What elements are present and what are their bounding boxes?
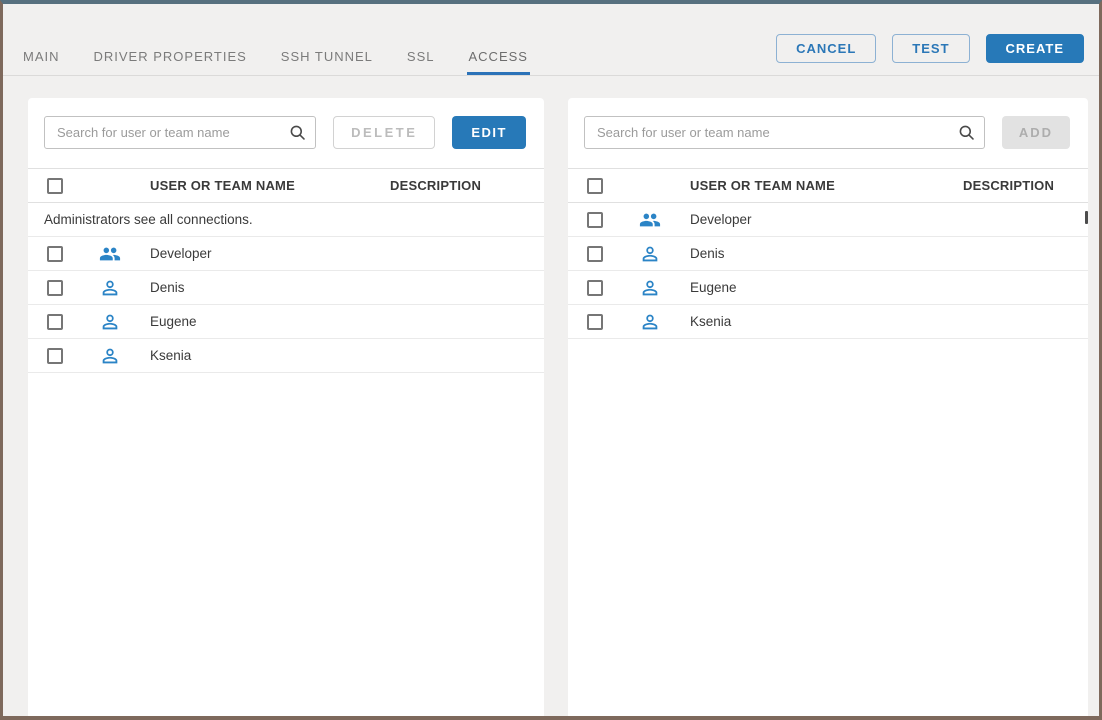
- row-checkbox[interactable]: [587, 314, 603, 330]
- table-row[interactable]: Eugene: [568, 271, 1088, 305]
- column-user-or-team-name: USER OR TEAM NAME: [132, 178, 390, 193]
- row-checkbox[interactable]: [587, 280, 603, 296]
- column-description: DESCRIPTION: [963, 178, 1088, 193]
- available-searchbox: [584, 116, 985, 149]
- column-user-or-team-name: USER OR TEAM NAME: [672, 178, 963, 193]
- tab-access[interactable]: ACCESS: [467, 41, 530, 75]
- available-table-header: USER OR TEAM NAME DESCRIPTION: [568, 168, 1088, 203]
- granted-table-header: USER OR TEAM NAME DESCRIPTION: [28, 168, 544, 203]
- dialog-actions: CANCEL TEST CREATE: [776, 34, 1084, 63]
- team-icon: [639, 209, 661, 231]
- select-all-checkbox[interactable]: [47, 178, 63, 194]
- table-row[interactable]: Eugene: [28, 305, 544, 339]
- dialog-header: MAIN DRIVER PROPERTIES SSH TUNNEL SSL AC…: [3, 4, 1099, 76]
- user-icon: [99, 311, 121, 333]
- edit-button[interactable]: EDIT: [452, 116, 526, 149]
- table-row[interactable]: Developer: [568, 203, 1088, 237]
- row-checkbox[interactable]: [587, 212, 603, 228]
- administrators-notice: Administrators see all connections.: [28, 203, 544, 237]
- user-or-team-name: Denis: [132, 280, 390, 295]
- row-checkbox[interactable]: [47, 246, 63, 262]
- granted-access-panel: DELETE EDIT USER OR TEAM NAME DESCRIPTIO…: [28, 98, 544, 716]
- row-checkbox[interactable]: [47, 314, 63, 330]
- tab-main[interactable]: MAIN: [21, 41, 62, 75]
- search-input[interactable]: [44, 116, 316, 149]
- granted-table-body: Developer Denis Eugene Ksenia: [28, 237, 544, 373]
- connection-dialog: MAIN DRIVER PROPERTIES SSH TUNNEL SSL AC…: [0, 0, 1102, 720]
- select-all-checkbox[interactable]: [587, 178, 603, 194]
- user-or-team-name: Eugene: [132, 314, 390, 329]
- team-icon: [99, 243, 121, 265]
- user-icon: [639, 243, 661, 265]
- available-table-body: Developer Denis Eugene Ksenia: [568, 203, 1088, 339]
- cancel-button[interactable]: CANCEL: [776, 34, 876, 63]
- available-toolbar: ADD: [568, 98, 1088, 168]
- table-row[interactable]: Ksenia: [568, 305, 1088, 339]
- user-or-team-name: Denis: [672, 246, 963, 261]
- column-description: DESCRIPTION: [390, 178, 544, 193]
- access-tab-content: DELETE EDIT USER OR TEAM NAME DESCRIPTIO…: [3, 76, 1099, 716]
- row-checkbox[interactable]: [47, 348, 63, 364]
- user-or-team-name: Developer: [672, 212, 963, 227]
- available-users-panel: ADD USER OR TEAM NAME DESCRIPTION Develo…: [568, 98, 1088, 716]
- granted-searchbox: [44, 116, 316, 149]
- user-or-team-name: Developer: [132, 246, 390, 261]
- tab-ssh-tunnel[interactable]: SSH TUNNEL: [279, 41, 375, 75]
- user-icon: [639, 277, 661, 299]
- delete-button[interactable]: DELETE: [333, 116, 435, 149]
- table-row[interactable]: Ksenia: [28, 339, 544, 373]
- create-button[interactable]: CREATE: [986, 34, 1084, 63]
- tab-ssl[interactable]: SSL: [405, 41, 437, 75]
- user-icon: [639, 311, 661, 333]
- test-button[interactable]: TEST: [892, 34, 969, 63]
- user-or-team-name: Ksenia: [672, 314, 963, 329]
- table-row[interactable]: Denis: [28, 271, 544, 305]
- search-input[interactable]: [584, 116, 985, 149]
- user-icon: [99, 345, 121, 367]
- row-checkbox[interactable]: [587, 246, 603, 262]
- user-icon: [99, 277, 121, 299]
- add-button[interactable]: ADD: [1002, 116, 1070, 149]
- row-checkbox[interactable]: [47, 280, 63, 296]
- granted-toolbar: DELETE EDIT: [28, 98, 544, 168]
- table-row[interactable]: Developer: [28, 237, 544, 271]
- tab-driver-properties[interactable]: DRIVER PROPERTIES: [92, 41, 249, 75]
- scrollbar-thumb[interactable]: [1085, 211, 1088, 224]
- user-or-team-name: Eugene: [672, 280, 963, 295]
- user-or-team-name: Ksenia: [132, 348, 390, 363]
- table-row[interactable]: Denis: [568, 237, 1088, 271]
